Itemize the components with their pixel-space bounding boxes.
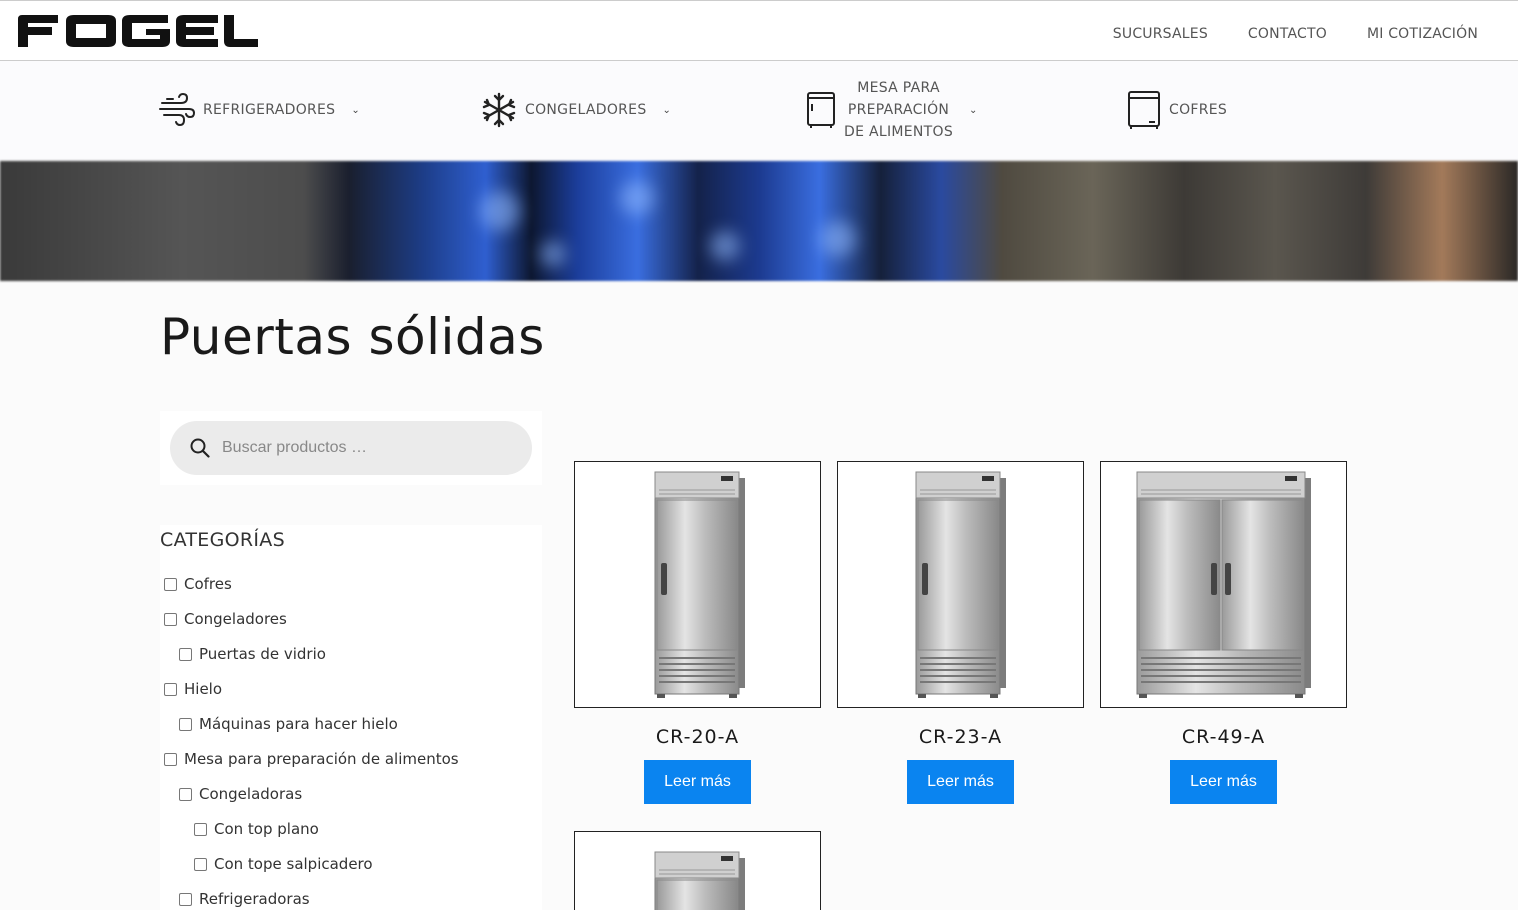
category-filter-label: Refrigeradoras xyxy=(199,890,310,908)
checkbox[interactable] xyxy=(179,892,192,906)
label-line: PREPARACIÓN xyxy=(847,102,950,118)
category-filter-item[interactable]: Cofres xyxy=(164,575,232,593)
category-filter-label: Cofres xyxy=(184,575,232,593)
categories-panel: CATEGORÍAS Cofres Congeladores Puertas d… xyxy=(160,525,542,910)
top-nav: SUCURSALES CONTACTO MI COTIZACIÓN xyxy=(1113,26,1478,42)
product-image[interactable] xyxy=(1100,461,1347,708)
product-image[interactable] xyxy=(837,461,1084,708)
checkbox[interactable] xyxy=(194,857,207,871)
brand-logo[interactable] xyxy=(18,15,258,47)
category-filter-item[interactable]: Congeladoras xyxy=(179,785,302,803)
category-mesa-preparacion[interactable]: MESA PARA PREPARACIÓN DE ALIMENTOS ⌄ xyxy=(806,77,978,143)
categories-title: CATEGORÍAS xyxy=(160,529,285,551)
checkbox[interactable] xyxy=(164,612,177,626)
hero-banner xyxy=(0,161,1518,281)
category-filter-item[interactable]: Hielo xyxy=(164,680,222,698)
checkbox[interactable] xyxy=(194,822,207,836)
product-image[interactable] xyxy=(574,831,821,910)
banner-light xyxy=(540,241,566,267)
page-title: Puertas sólidas xyxy=(160,308,545,366)
category-filter-label: Con top plano xyxy=(214,820,319,838)
wind-icon xyxy=(159,93,195,127)
category-refrigeradores-label: REFRIGERADORES xyxy=(203,102,336,118)
search-field[interactable] xyxy=(170,421,532,475)
category-congeladores[interactable]: CONGELADORES ⌄ xyxy=(481,92,671,128)
prep-table-icon xyxy=(807,92,835,128)
checkbox[interactable] xyxy=(164,752,177,766)
category-filter-item[interactable]: Mesa para preparación de alimentos xyxy=(164,750,459,768)
category-filter-label: Puertas de vidrio xyxy=(199,645,326,663)
category-mesa-preparacion-label: MESA PARA PREPARACIÓN DE ALIMENTOS xyxy=(844,77,953,143)
checkbox[interactable] xyxy=(179,787,192,801)
category-filter-item[interactable]: Puertas de vidrio xyxy=(179,645,326,663)
chevron-down-icon: ⌄ xyxy=(662,104,672,116)
checkbox[interactable] xyxy=(179,717,192,731)
single-door-fridge-image xyxy=(915,471,1006,698)
category-nav: REFRIGERADORES ⌄ CONGELADORES ⌄ MESA PAR… xyxy=(0,61,1518,161)
read-more-button[interactable]: Leer más xyxy=(1170,760,1277,804)
banner-light xyxy=(820,221,856,257)
snowflake-icon xyxy=(482,92,516,128)
top-header: SUCURSALES CONTACTO MI COTIZACIÓN xyxy=(0,0,1518,61)
category-filter-item[interactable]: Congeladores xyxy=(164,610,287,628)
banner-light xyxy=(710,231,740,261)
category-filter-label: Con tope salpicadero xyxy=(214,855,373,873)
category-cofres-label: COFRES xyxy=(1169,102,1228,118)
product-name[interactable]: CR-49-A xyxy=(1100,726,1347,748)
banner-light xyxy=(620,181,654,215)
banner-light xyxy=(480,191,520,231)
search-icon[interactable] xyxy=(190,438,210,458)
product-name[interactable]: CR-23-A xyxy=(837,726,1084,748)
nav-sucursales[interactable]: SUCURSALES xyxy=(1113,26,1208,42)
category-filter-item[interactable]: Con top plano xyxy=(194,820,319,838)
nav-contacto[interactable]: CONTACTO xyxy=(1248,26,1327,42)
nav-mi-cotizacion[interactable]: MI COTIZACIÓN xyxy=(1367,26,1478,42)
checkbox[interactable] xyxy=(164,577,177,591)
category-filter-label: Mesa para preparación de alimentos xyxy=(184,750,459,768)
checkbox[interactable] xyxy=(179,647,192,661)
category-refrigeradores[interactable]: REFRIGERADORES ⌄ xyxy=(159,93,360,127)
category-filter-item[interactable]: Con tope salpicadero xyxy=(194,855,373,873)
category-filter-label: Congeladoras xyxy=(199,785,303,803)
category-filter-item[interactable]: Máquinas para hacer hielo xyxy=(179,715,398,733)
category-filter-item[interactable]: Refrigeradoras xyxy=(179,890,310,908)
read-more-button[interactable]: Leer más xyxy=(644,760,751,804)
label-line: DE ALIMENTOS xyxy=(844,124,954,140)
chevron-down-icon: ⌄ xyxy=(969,104,978,116)
category-filter-label: Hielo xyxy=(184,680,223,698)
search-widget xyxy=(160,411,542,485)
category-cofres[interactable]: COFRES xyxy=(1127,90,1227,130)
label-line: MESA PARA xyxy=(857,80,940,96)
category-filter-label: Congeladores xyxy=(184,610,287,628)
category-congeladores-label: CONGELADORES xyxy=(525,102,647,118)
product-name[interactable]: CR-20-A xyxy=(574,726,821,748)
chevron-down-icon: ⌄ xyxy=(351,104,361,116)
checkbox[interactable] xyxy=(164,682,177,696)
single-door-fridge-image xyxy=(654,471,745,698)
single-door-fridge-image xyxy=(654,851,745,910)
read-more-button[interactable]: Leer más xyxy=(907,760,1014,804)
category-filter-label: Máquinas para hacer hielo xyxy=(199,715,398,733)
search-input[interactable] xyxy=(222,439,502,457)
product-image[interactable] xyxy=(574,461,821,708)
double-door-fridge-image xyxy=(1136,471,1311,698)
chest-freezer-icon xyxy=(1128,91,1160,129)
